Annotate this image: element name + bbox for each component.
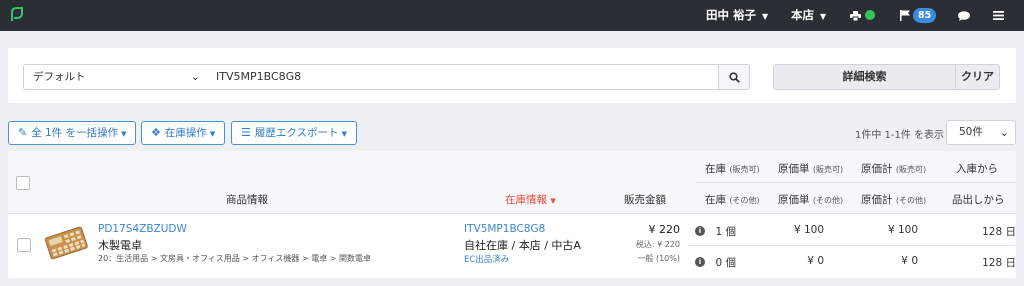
ec-status-link[interactable]: EC出品済み <box>464 253 509 265</box>
stock-available-value: 1 個 <box>715 226 736 238</box>
header-days-since-arrival[interactable]: 入庫から <box>956 161 998 176</box>
search-input[interactable]: ITV5MP1BC8G8 <box>208 64 727 90</box>
header-stock-info[interactable]: 在庫情報 ▼ <box>505 192 556 207</box>
per-page-value: 50件 <box>959 126 983 138</box>
header-stock-available[interactable]: 在庫 (販売可) <box>705 161 760 176</box>
stock-operation-label: 在庫操作 <box>164 127 207 139</box>
info-icon[interactable]: i <box>695 257 705 267</box>
header-sub: (販売可) <box>729 165 760 174</box>
chevron-down-icon: ⌄ <box>190 70 200 83</box>
header-sale-price[interactable]: 販売金額 <box>624 192 666 207</box>
header-label: 在庫 <box>705 194 726 206</box>
header-days-since-listing[interactable]: 品出しから <box>952 192 1005 207</box>
unit-cost-available-value: ¥ 100 <box>793 224 824 236</box>
list-icon: ☰ <box>241 126 251 139</box>
info-icon[interactable]: i <box>695 226 705 236</box>
tax-rate: 一般 (10%) <box>637 254 680 263</box>
search-button[interactable] <box>718 64 750 90</box>
header-sub: (その他) <box>895 196 927 205</box>
sale-price: ¥ 220 <box>648 223 681 236</box>
header-label: 原価単 <box>778 194 810 206</box>
result-count: 1件中 1-1件 を表示 <box>855 130 945 141</box>
product-category: 20：生活用品 > 文房具・オフィス用品 > オフィス機器 > 電卓 > 関数電… <box>98 254 372 263</box>
header-total-cost-other[interactable]: 原価計 (その他) <box>861 192 926 207</box>
caret-down-icon: ▼ <box>341 130 347 138</box>
header-product-info[interactable]: 商品情報 <box>226 192 268 207</box>
hamburger-menu-icon[interactable] <box>993 0 1004 31</box>
user-name: 田中 裕子 <box>706 8 757 22</box>
chevron-down-icon: ⌄ <box>999 126 1009 139</box>
advanced-search-button[interactable]: 詳細検索 <box>773 64 956 90</box>
header-stock-other[interactable]: 在庫 (その他) <box>705 192 760 207</box>
edit-icon: ✎ <box>18 126 28 139</box>
app-logo-icon[interactable] <box>9 6 25 24</box>
boxes-icon: ❖ <box>151 126 161 139</box>
header-label: 在庫情報 <box>505 194 547 206</box>
notification-count-badge[interactable]: 85 <box>913 8 937 23</box>
printer-icon[interactable] <box>850 0 861 31</box>
header-label: 在庫 <box>705 163 726 175</box>
stock-operation-button[interactable]: ❖ 在庫操作 ▼ <box>141 121 226 145</box>
price-tax-included: 税込: ¥ 220 <box>635 240 680 249</box>
product-thumbnail[interactable] <box>43 224 89 260</box>
header-label: 原価単 <box>778 163 810 175</box>
header-sub: (その他) <box>729 196 760 205</box>
chevron-down-icon: ▼ <box>820 12 827 21</box>
store-menu[interactable]: 本店 ▼ <box>791 0 826 31</box>
header-label: 原価計 <box>861 163 893 175</box>
store-name: 本店 <box>791 8 814 22</box>
stock-location: 自社在庫 / 本店 / 中古A <box>464 239 581 252</box>
sort-desc-icon: ▼ <box>550 197 556 205</box>
bulk-action-label: 全 1件 を一括操作 <box>31 127 119 139</box>
days-arrival-value: 128 日 <box>982 226 1016 238</box>
top-navbar: 田中 裕子 ▼ 本店 ▼ 85 <box>0 0 1024 31</box>
user-menu[interactable]: 田中 裕子 ▼ <box>706 0 768 31</box>
header-unit-cost-available[interactable]: 原価単 (販売可) <box>778 161 843 176</box>
row-checkbox[interactable] <box>17 238 31 252</box>
clear-button[interactable]: クリア <box>955 64 1000 90</box>
header-label: 原価計 <box>861 194 893 206</box>
printer-status-dot <box>865 10 875 20</box>
history-export-button[interactable]: ☰ 履歴エクスポート ▼ <box>231 121 357 145</box>
product-sku-link[interactable]: PD17S4ZBZUDW <box>98 223 187 235</box>
select-all-checkbox[interactable] <box>16 176 30 190</box>
chat-icon[interactable] <box>958 0 970 31</box>
search-panel: デフォルト ⌄ ITV5MP1BC8G8 詳細検索 クリア <box>8 48 1016 103</box>
total-cost-available-value: ¥ 100 <box>887 224 918 236</box>
header-sub: (その他) <box>812 196 844 205</box>
inventory-table: 在庫 (販売可) 原価単 (販売可) 原価計 (販売可) 入庫から 商品情報 在… <box>8 151 1016 278</box>
per-page-select[interactable]: 50件 ⌄ <box>946 120 1016 145</box>
stock-other-value: 0 個 <box>715 257 736 269</box>
search-preset-select[interactable]: デフォルト ⌄ <box>23 64 209 90</box>
product-name: 木製電卓 <box>98 239 142 252</box>
days-listing-value: 128 日 <box>982 257 1016 269</box>
history-export-label: 履歴エクスポート <box>254 127 339 139</box>
caret-down-icon: ▼ <box>121 130 127 138</box>
header-sub: (販売可) <box>895 165 927 174</box>
unit-cost-other-value: ¥ 0 <box>807 255 824 267</box>
caret-down-icon: ▼ <box>209 130 216 138</box>
flag-icon[interactable] <box>900 0 910 31</box>
stock-code-link[interactable]: ITV5MP1BC8G8 <box>464 223 545 235</box>
header-total-cost-available[interactable]: 原価計 (販売可) <box>861 161 926 176</box>
search-icon <box>729 72 740 83</box>
table-header: 在庫 (販売可) 原価単 (販売可) 原価計 (販売可) 入庫から 商品情報 在… <box>8 151 1016 214</box>
header-sub: (販売可) <box>812 165 844 174</box>
header-divider <box>696 182 1016 183</box>
search-preset-value: デフォルト <box>33 71 86 83</box>
header-unit-cost-other[interactable]: 原価単 (その他) <box>778 192 843 207</box>
chevron-down-icon: ▼ <box>762 12 769 21</box>
row-divider <box>688 245 1016 246</box>
bulk-action-button[interactable]: ✎ 全 1件 を一括操作 ▼ <box>8 121 137 145</box>
total-cost-other-value: ¥ 0 <box>901 255 918 267</box>
